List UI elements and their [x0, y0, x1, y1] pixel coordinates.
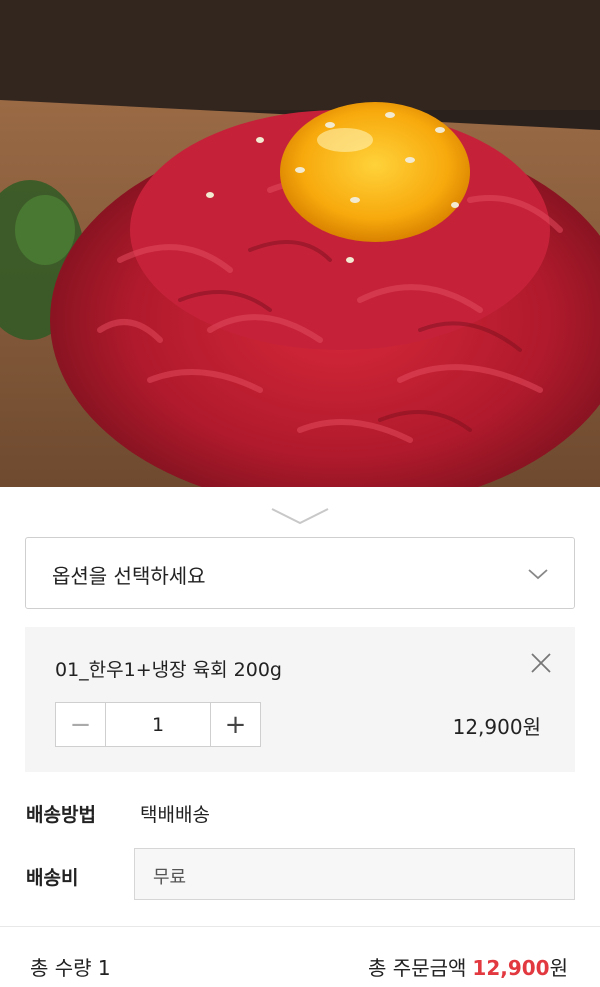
selected-option-item: 01_한우1+냉장 육회 200g − 1 + 12,900원	[25, 627, 575, 772]
total-quantity: 총 수량 1	[30, 956, 111, 980]
option-select-placeholder: 옵션을 선택하세요	[52, 564, 206, 588]
chevron-down-icon	[528, 569, 548, 580]
decrease-quantity-button[interactable]: −	[56, 703, 106, 746]
selected-option-name: 01_한우1+냉장 육회 200g	[55, 659, 282, 681]
total-order-currency: 원	[549, 956, 568, 980]
total-order-label: 총 주문금액	[368, 956, 467, 980]
footer-divider	[0, 926, 600, 927]
shipping-method-value: 택배배송	[140, 804, 210, 826]
shipping-fee-value: 무료	[153, 867, 187, 888]
shipping-method-label: 배송방법	[26, 804, 96, 826]
close-icon[interactable]	[529, 651, 553, 675]
collapse-handle[interactable]	[270, 505, 330, 527]
option-select-dropdown[interactable]: 옵션을 선택하세요	[25, 537, 575, 609]
total-order-amount: 총 주문금액 12,900원	[368, 952, 568, 981]
quantity-stepper: − 1 +	[55, 702, 261, 747]
chevron-down-icon	[271, 508, 329, 525]
selected-option-price: 12,900원	[452, 715, 541, 739]
product-hero-image	[0, 0, 600, 487]
shipping-fee-label: 배송비	[26, 867, 79, 889]
total-order-price: 12,900	[472, 956, 550, 980]
hero-illustration	[0, 0, 600, 487]
shipping-fee-field: 무료	[134, 848, 575, 900]
quantity-value[interactable]: 1	[106, 703, 210, 746]
increase-quantity-button[interactable]: +	[210, 703, 260, 746]
